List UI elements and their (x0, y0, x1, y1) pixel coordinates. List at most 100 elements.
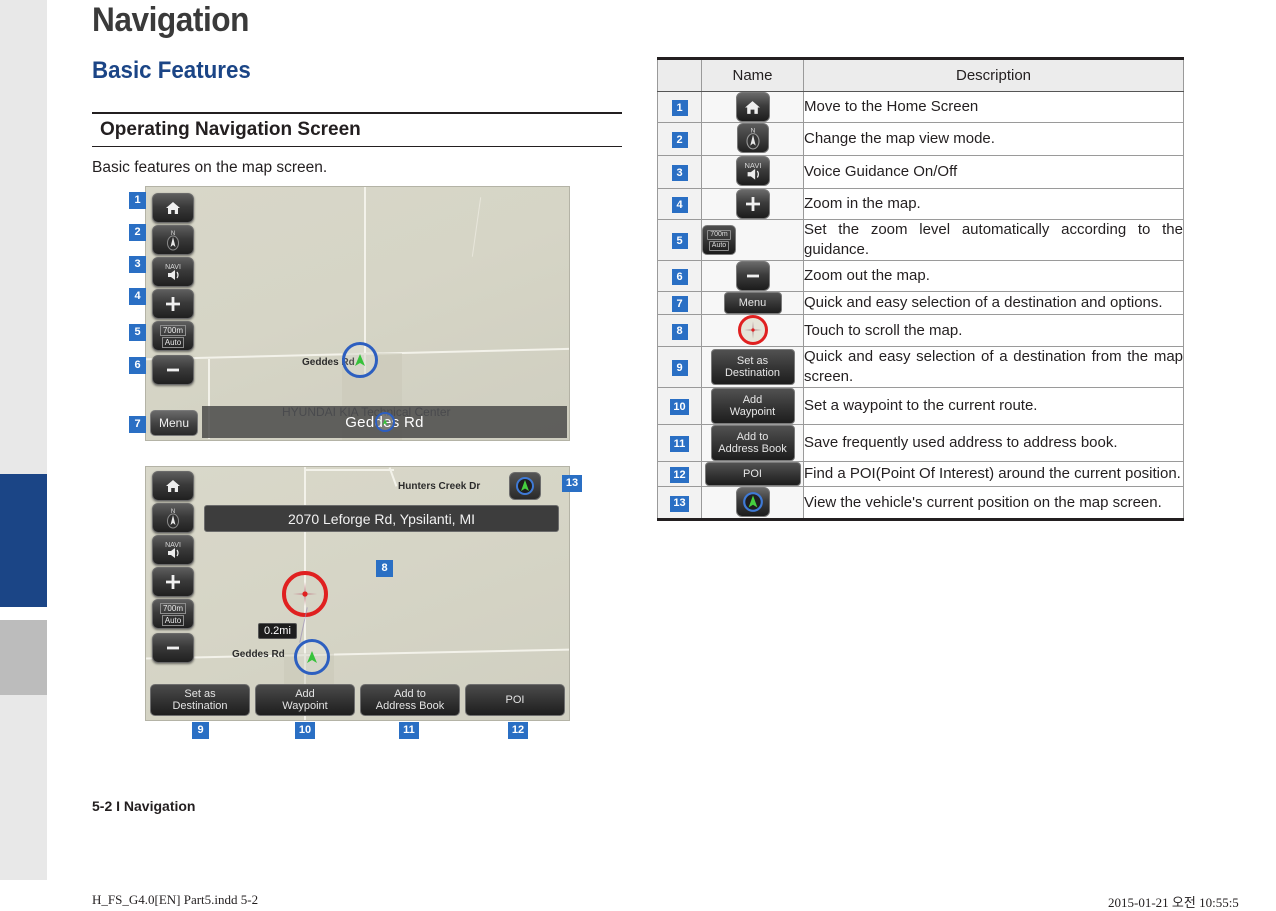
intro-paragraph: Basic features on the map screen. (92, 159, 328, 176)
table-header-row: Name Description (657, 57, 1184, 92)
map-home-button[interactable] (152, 193, 194, 223)
left-content-column: Navigation Basic Features Operating Navi… (92, 0, 622, 179)
row-description: Change the map view mode. (803, 122, 1184, 156)
callout-5: 5 (129, 324, 146, 341)
speaker-icon: NAVI (165, 542, 181, 558)
callout-7: 7 (129, 416, 146, 433)
table-row: 12 POI Find a POI(Point Of Interest) aro… (657, 461, 1184, 487)
map-zoom-in-button[interactable] (152, 289, 194, 319)
callout-1: 1 (129, 192, 146, 209)
map2-road-label-bottom: Geddes Rd (232, 649, 285, 660)
home-icon (166, 202, 180, 214)
callout-11: 11 (399, 722, 419, 739)
speaker-icon: NAVI (735, 156, 770, 186)
row-number-cell: 5 (657, 219, 702, 261)
row-description: Quick and easy selection of a destinatio… (803, 346, 1184, 388)
table-row: 10 Add Waypoint Set a waypoint to the cu… (657, 387, 1184, 425)
callout-13: 13 (562, 475, 582, 492)
add-waypoint-button[interactable]: Add Waypoint (255, 684, 355, 716)
poi-button[interactable]: POI (465, 684, 565, 716)
callout-6: 6 (129, 357, 146, 374)
print-footer-file: H_FS_G4.0[EN] Part5.indd 5-2 (92, 892, 259, 907)
add-to-address-book-button[interactable]: Add to Address Book (360, 684, 460, 716)
plus-icon (166, 575, 180, 589)
poi-button: POI (704, 462, 801, 486)
table-row: 5 700m Auto Set the zoom level automatic… (657, 219, 1184, 261)
row-description: Voice Guidance On/Off (803, 155, 1184, 189)
section-title: Basic Features (92, 57, 251, 84)
map2-home-button[interactable] (152, 471, 194, 501)
table-row: 3 NAVI Voice Guidance On/Off (657, 155, 1184, 189)
set-as-destination-button[interactable]: Set as Destination (150, 684, 250, 716)
table-row: 1 Move to the Home Screen (657, 91, 1184, 123)
row-badge: 9 (671, 360, 688, 377)
row-number-cell: 10 (657, 387, 702, 425)
edge-tab-top (0, 0, 47, 474)
row-icon-cell (701, 260, 804, 292)
map2-zoom-out-button[interactable] (152, 633, 194, 663)
row-badge: 6 (671, 269, 688, 286)
minus-icon (735, 261, 770, 291)
edge-tab-next-chapter (0, 620, 47, 695)
row-number-cell: 3 (657, 155, 702, 189)
row-icon-cell: Set as Destination (701, 346, 804, 388)
current-position-button[interactable] (509, 472, 541, 500)
row-description: Zoom in the map. (803, 188, 1184, 220)
table-row: 7 Menu Quick and easy selection of a des… (657, 291, 1184, 315)
row-description: Zoom out the map. (803, 260, 1184, 292)
map2-zoom-level-button[interactable]: 700m Auto (152, 599, 194, 629)
row-badge: 5 (671, 233, 688, 250)
figure-map-screen-2: N NAVI 700m Auto 2070 Leforge Rd, Ypsila… (145, 466, 570, 721)
map2-voice-guidance-button[interactable]: NAVI (152, 535, 194, 565)
callout-12: 12 (508, 722, 528, 739)
map-menu-button[interactable]: Menu (150, 410, 198, 436)
subsection-header: Operating Navigation Screen (92, 112, 622, 147)
row-number-cell: 6 (657, 260, 702, 292)
row-icon-cell: Menu (701, 291, 804, 315)
row-badge: 13 (670, 495, 689, 512)
map-view-mode-button[interactable]: N (152, 225, 194, 255)
map-voice-guidance-button[interactable]: NAVI (152, 257, 194, 287)
zoom-level-distance: 700m (707, 229, 731, 240)
table-row: 11 Add to Address Book Save frequently u… (657, 424, 1184, 462)
compass-icon: N (736, 123, 769, 153)
current-position-icon (735, 487, 770, 517)
edge-tab-active-chapter (0, 474, 47, 607)
zoom-level-auto: Auto (161, 336, 185, 348)
table-header-number (657, 57, 702, 92)
row-icon-cell (701, 314, 804, 347)
table-row: 13 View the vehicle's current position o… (657, 486, 1184, 521)
table-row: 6 Zoom out the map. (657, 260, 1184, 292)
callout-3: 3 (129, 256, 146, 273)
menu-button: Menu (723, 292, 782, 314)
map2-view-mode-button[interactable]: N (152, 503, 194, 533)
zoom-level-icon: 700m Auto (702, 225, 736, 255)
set-as-destination-button: Set as Destination (710, 349, 795, 385)
row-badge: 4 (671, 197, 688, 214)
map-zoom-level-button[interactable]: 700m Auto (152, 321, 194, 351)
crosshair-icon (737, 315, 768, 345)
callout-4: 4 (129, 288, 146, 305)
map2-zoom-in-button[interactable] (152, 567, 194, 597)
row-badge: 12 (670, 467, 689, 484)
map-zoom-out-button[interactable] (152, 355, 194, 385)
zoom-level-auto: Auto (161, 614, 185, 626)
row-icon-cell: 700m Auto (701, 219, 804, 261)
current-position-icon (516, 477, 534, 495)
table-row: 2 N Change the map view mode. (657, 122, 1184, 156)
map2-road-branch (304, 469, 394, 471)
table-row: 4 Zoom in the map. (657, 188, 1184, 220)
zoom-level-auto: Auto (708, 240, 730, 251)
page-footer: 5-2 I Navigation (92, 798, 196, 814)
destination-address-bar: 2070 Leforge Rd, Ypsilanti, MI (204, 505, 559, 532)
table-row: 8 Touch to scroll the map. (657, 314, 1184, 347)
row-icon-cell: POI (701, 461, 804, 487)
crosshair-icon (293, 582, 317, 606)
edge-tab-bottom (0, 695, 47, 880)
row-description: Quick and easy selection of a destinatio… (803, 291, 1184, 315)
vehicle-position-marker (342, 342, 378, 378)
home-icon (166, 480, 180, 492)
row-description: Set the zoom level automatically accordi… (803, 219, 1184, 261)
table-header-name: Name (701, 57, 804, 92)
row-badge: 10 (670, 399, 689, 416)
